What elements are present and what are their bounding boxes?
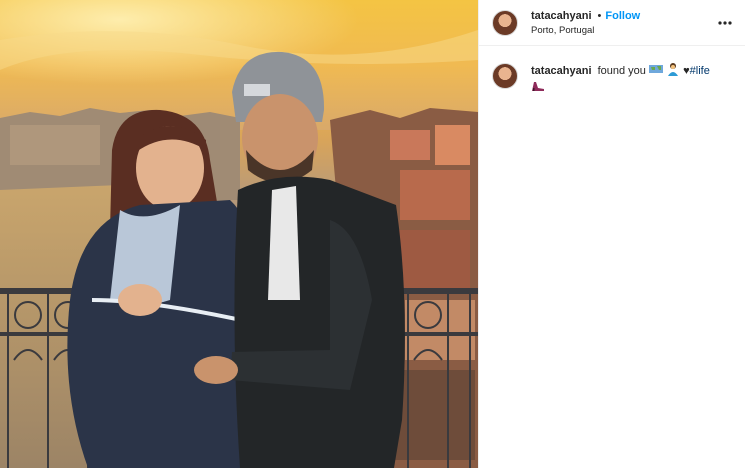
avatar[interactable] bbox=[492, 9, 518, 36]
post-header: tatacahyani • Follow Porto, Portugal bbox=[479, 0, 745, 46]
username-link[interactable]: tatacahyani bbox=[531, 10, 592, 22]
hashtag-link[interactable]: #life bbox=[690, 65, 710, 77]
caption-username-link[interactable]: tatacahyani bbox=[531, 65, 592, 77]
more-options-button[interactable] bbox=[715, 13, 735, 33]
high-heel-icon bbox=[531, 80, 545, 96]
instagram-post: tatacahyani • Follow Porto, Portugal tat… bbox=[0, 0, 745, 468]
post-photo[interactable] bbox=[0, 0, 478, 468]
post-side-panel: tatacahyani • Follow Porto, Portugal tat… bbox=[478, 0, 745, 468]
world-map-icon bbox=[648, 64, 663, 78]
separator-dot: • bbox=[597, 9, 602, 22]
caption-comment: tatacahyani found you ♥#life bbox=[479, 46, 745, 96]
header-text: tatacahyani • Follow Porto, Portugal bbox=[531, 10, 715, 36]
header-line: tatacahyani • Follow bbox=[531, 10, 715, 22]
photo-illustration bbox=[0, 0, 478, 468]
caption-text: found you bbox=[597, 64, 646, 77]
more-horizontal-icon bbox=[718, 20, 732, 25]
caption-body: tatacahyani found you ♥#life bbox=[531, 62, 710, 96]
woman-dancing-icon bbox=[666, 62, 680, 80]
follow-button[interactable]: Follow bbox=[605, 10, 640, 22]
location-link[interactable]: Porto, Portugal bbox=[531, 25, 715, 36]
avatar[interactable] bbox=[492, 63, 518, 89]
